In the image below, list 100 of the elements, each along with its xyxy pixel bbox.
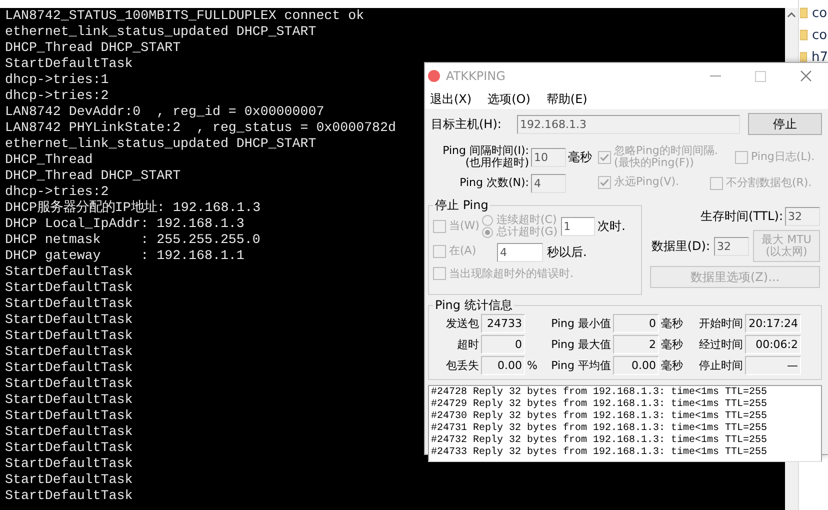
stat-label: 超时 [456, 337, 479, 353]
stat-label: 包丢失 [445, 358, 479, 374]
radio-label: 总计超时(G) [496, 226, 558, 238]
console-line: dhcp->tries:1 [5, 72, 109, 88]
console-line: StartDefaultTask [5, 328, 133, 344]
log-line: #24730 Reply 32 bytes from 192.168.1.3: time<1ms TTL=255 [431, 411, 768, 422]
stat-value: 2 [613, 335, 659, 354]
console-line: StartDefaultTask [5, 280, 133, 296]
unit-label: 次时. [598, 218, 626, 234]
console-line: StartDefaultTask [5, 440, 133, 456]
radio-button[interactable] [482, 214, 494, 226]
console-line: StartDefaultTask [5, 424, 133, 440]
checkbox-label: 永远Ping(V). [614, 176, 680, 188]
checkbox-label: 在(A) [449, 245, 476, 257]
scroll-up-icon[interactable] [787, 12, 796, 18]
group-title: Ping 统计信息 [434, 297, 514, 314]
log-line: #24729 Reply 32 bytes from 192.168.1.3: time<1ms TTL=255 [431, 399, 768, 410]
log-line: #24728 Reply 32 bytes from 192.168.1.3: time<1ms TTL=255 [431, 387, 768, 398]
checkbox-label: Ping日志(L). [751, 151, 815, 163]
folder-icon [800, 6, 808, 20]
console-line: StartDefaultTask [5, 360, 133, 376]
file-name[interactable]: co [812, 28, 828, 42]
host-field[interactable]: 192.168.1.3 [517, 114, 740, 134]
stat-label: 发送包 [445, 316, 479, 332]
unit-label: 毫秒 [661, 316, 684, 332]
stat-value: 24733 [481, 314, 525, 333]
console-line: DHCP gateway : 192.168.1.1 [5, 248, 244, 264]
log-line: #24731 Reply 32 bytes from 192.168.1.3: time<1ms TTL=255 [431, 423, 768, 434]
console-line: LAN8742 PHYLinkState:2 , reg_status = 0x0000782d [5, 120, 396, 136]
console-line: StartDefaultTask [5, 376, 133, 392]
unit-label: 毫秒 [567, 148, 593, 166]
field-label: 数据里(D): [651, 238, 710, 254]
file-name[interactable]: co [812, 6, 828, 20]
stat-label: Ping 最小值 [550, 316, 611, 332]
menu-item[interactable]: 退出(X) [430, 90, 472, 108]
stat-value: — [745, 356, 801, 375]
console-line: dhcp->tries:2 [5, 184, 109, 200]
field-label: Ping 间隔时间(I): (也用作超时) [442, 145, 529, 169]
console-line: ethernet_link_status_updated DHCP_START [5, 136, 316, 152]
stat-label: 开始时间 [698, 316, 743, 332]
data-size-field[interactable]: 32 [714, 236, 749, 256]
console-line: StartDefaultTask [5, 312, 133, 328]
unit-label: 毫秒 [661, 337, 684, 353]
console-line: ethernet_link_status_updated DHCP_START [5, 24, 316, 40]
radio-label: 连续超时(C) [496, 214, 557, 226]
console-line: LAN8742_STATUS_100MBITS_FULLDUPLEX connect ok [5, 8, 364, 24]
checkbox-label: 不分割数据包(R). [726, 177, 812, 189]
menu-item[interactable]: 选项(O) [488, 90, 530, 108]
radio-button[interactable] [482, 226, 494, 238]
stat-value: 0 [481, 335, 525, 354]
field-label: 目标主机(H): [430, 116, 502, 132]
stat-label: 经过时间 [698, 337, 743, 353]
stat-value: 0.00 [481, 356, 525, 375]
log-line: #24732 Reply 32 bytes from 192.168.1.3: time<1ms TTL=255 [431, 435, 768, 446]
stop-button[interactable]: 停止 [748, 113, 822, 135]
console-line: DHCP netmask : 255.255.255.0 [5, 232, 260, 248]
console-line: DHCP服务器分配的IP地址: 192.168.1.3 [5, 200, 261, 216]
log-line: #24733 Reply 32 bytes from 192.168.1.3: time<1ms TTL=255 [431, 447, 768, 459]
console-line: DHCP_Thread [5, 152, 93, 168]
stat-value: 20:17:24 [745, 314, 801, 333]
checkbox-label: 忽略Ping的时间间隔. (最快的Ping(F)) [614, 145, 718, 169]
file-name[interactable]: h7 [811, 50, 828, 64]
count-field[interactable]: 1 [560, 216, 595, 236]
group-title: 停止 Ping [434, 197, 490, 214]
console-line: StartDefaultTask [5, 408, 133, 424]
window-title: ATKKPING [446, 69, 506, 83]
folder-icon [800, 50, 808, 64]
console-line: LAN8742 DevAddr:0 , reg_id = 0x00000007 [5, 104, 324, 120]
stat-value: 0 [613, 314, 659, 333]
checkbox-label: 当出现除超时外的错误时. [449, 268, 574, 280]
checkbox-label: 当(W) [449, 220, 480, 232]
unit-label: 秒以后. [547, 244, 587, 261]
folder-icon [800, 28, 808, 42]
console-line: DHCP_Thread DHCP_START [5, 168, 181, 184]
app-icon [428, 70, 440, 82]
console-line: StartDefaultTask [5, 344, 133, 360]
console-line: dhcp->tries:2 [5, 88, 109, 104]
stat-value: 0.00 [613, 356, 659, 375]
console-line: StartDefaultTask [5, 56, 133, 72]
console-line: DHCP_Thread DHCP_START [5, 40, 181, 56]
stat-value: 00:06:2 [745, 335, 801, 354]
field-label: 生存时间(TTL): [700, 208, 783, 225]
console-line: StartDefaultTask [5, 472, 133, 488]
field-label: Ping 次数(N): [458, 177, 529, 189]
console-line: StartDefaultTask [5, 488, 133, 504]
stat-label: Ping 最大值 [550, 337, 611, 353]
console-line: StartDefaultTask [5, 264, 133, 280]
interval-field[interactable]: 10 [531, 148, 566, 166]
console-line: StartDefaultTask [5, 456, 133, 472]
seconds-field[interactable]: 4 [497, 243, 543, 262]
unit-label: % [527, 358, 538, 374]
console-line: StartDefaultTask [5, 392, 133, 408]
console-line: DHCP Local_IpAddr: 192.168.1.3 [5, 216, 244, 232]
unit-label: 毫秒 [661, 358, 684, 374]
stat-label: 停止时间 [698, 358, 743, 374]
count-field[interactable]: 4 [531, 174, 566, 192]
console-line: StartDefaultTask [5, 296, 133, 312]
ttl-field[interactable]: 32 [785, 207, 820, 226]
stat-label: Ping 平均值 [550, 358, 611, 374]
menu-item[interactable]: 帮助(E) [546, 90, 588, 108]
